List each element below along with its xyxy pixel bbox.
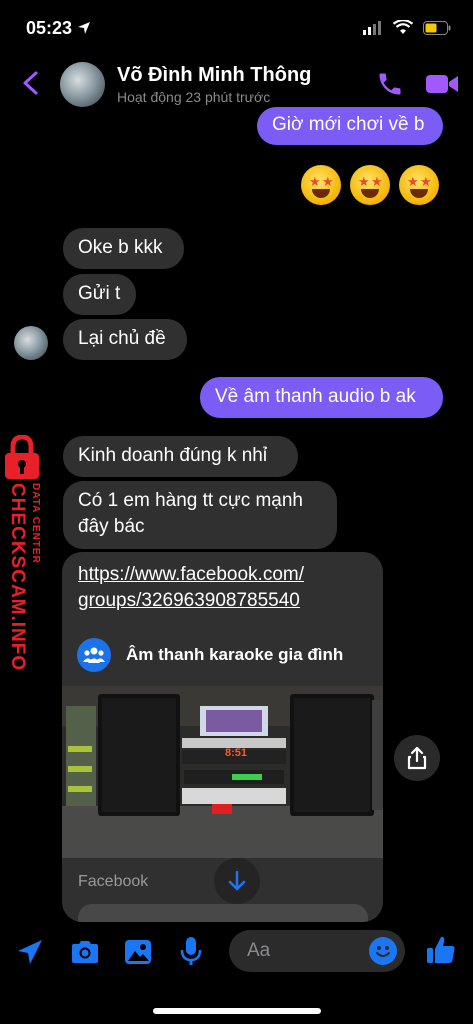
link-url[interactable]: https://www.facebook.com/ groups/3269639… <box>78 562 304 614</box>
battery-icon <box>423 20 451 35</box>
smiley-icon <box>376 946 390 957</box>
voice-message-button[interactable] <box>180 936 202 971</box>
status-icons <box>363 20 451 35</box>
star-struck-emoji[interactable]: ★ ★ <box>350 165 390 205</box>
join-group-button[interactable] <box>78 904 368 922</box>
link-source: Facebook <box>78 873 149 890</box>
sender-avatar[interactable] <box>14 326 48 360</box>
camera-icon <box>72 941 98 963</box>
share-icon <box>407 746 427 770</box>
actions-button[interactable] <box>16 938 44 971</box>
arrow-down-icon <box>228 870 246 891</box>
back-button[interactable] <box>20 70 42 101</box>
phone-icon <box>379 73 401 95</box>
watermark-tag: DATA CENTER <box>30 483 41 564</box>
message-input-placeholder: Aa <box>247 940 271 961</box>
home-indicator <box>153 1008 321 1014</box>
chevron-left-icon <box>23 71 38 95</box>
thumbs-up-icon <box>427 936 455 963</box>
message-input[interactable]: Aa <box>229 930 405 972</box>
link-preview-image[interactable]: 8:51 <box>62 686 383 858</box>
message-outgoing[interactable]: Về âm thanh audio b ak <box>200 377 443 418</box>
star-struck-emoji[interactable]: ★ ★ <box>399 165 439 205</box>
like-button[interactable] <box>425 934 457 971</box>
wifi-icon <box>393 20 413 34</box>
message-line: Có 1 em hàng tt cực mạnh <box>78 490 303 511</box>
location-arrow-icon <box>78 22 91 34</box>
video-camera-icon <box>426 75 458 93</box>
watermark: CHECKSCAM.INFO DATA CENTER <box>4 434 48 671</box>
microphone-icon <box>180 937 202 965</box>
contact-avatar[interactable] <box>60 62 105 107</box>
star-struck-emoji[interactable]: ★ ★ <box>301 165 341 205</box>
camera-button[interactable] <box>70 940 100 969</box>
video-call-button[interactable] <box>425 72 459 101</box>
watermark-brand: CHECKSCAM.INFO <box>7 483 28 672</box>
amplifier-display: 8:51 <box>225 747 248 759</box>
emoji-button[interactable] <box>369 937 397 965</box>
gallery-button[interactable] <box>124 938 152 971</box>
send-arrow-icon <box>18 940 42 964</box>
status-time: 05:23 <box>26 18 91 39</box>
contact-active-status: Hoạt động 23 phút trước <box>117 89 271 105</box>
voice-call-button[interactable] <box>376 70 404 103</box>
image-icon <box>125 940 151 964</box>
message-incoming[interactable]: Oke b kkk <box>63 228 184 269</box>
message-incoming[interactable]: Kinh doanh đúng k nhỉ <box>63 436 298 477</box>
scroll-to-bottom-button[interactable] <box>214 858 260 904</box>
contact-name[interactable]: Võ Đình Minh Thông <box>117 64 311 87</box>
share-button[interactable] <box>394 735 440 781</box>
message-line: đây bác <box>78 516 145 537</box>
message-incoming[interactable]: Lại chủ đề <box>63 319 187 360</box>
group-icon <box>77 638 111 672</box>
message-incoming[interactable]: Gửi t <box>63 274 136 315</box>
cellular-signal-icon <box>363 20 381 35</box>
group-name: Âm thanh karaoke gia đình <box>126 645 344 664</box>
message-outgoing[interactable]: Giờ mới chơi về b <box>257 107 443 145</box>
message-incoming[interactable]: Có 1 em hàng tt cực mạnh đây bác <box>63 481 337 549</box>
